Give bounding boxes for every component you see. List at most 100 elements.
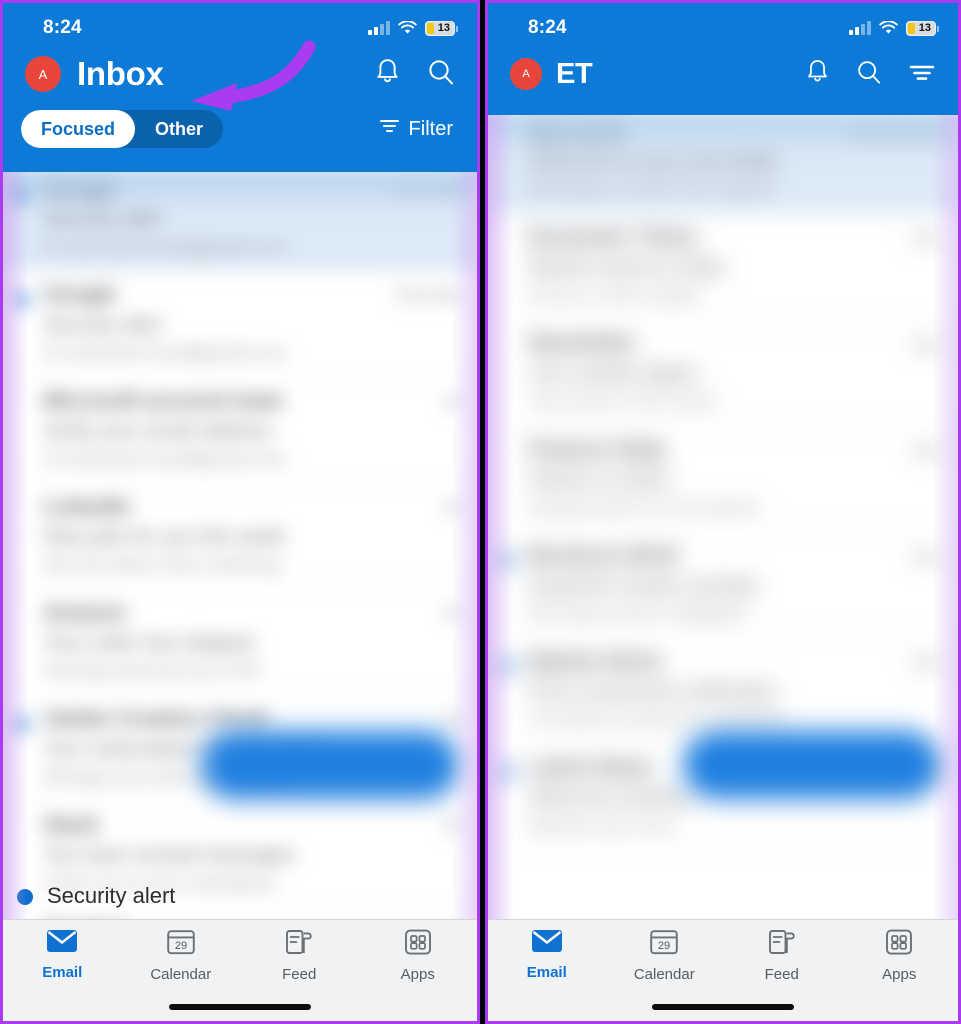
mail-subject: Security alert — [43, 313, 163, 336]
table-row[interactable]: Google 8:24 AM Security alert Hi arshmee… — [3, 271, 477, 377]
avatar[interactable]: A — [510, 58, 542, 90]
wifi-icon — [398, 20, 417, 35]
status-bar-left: 8:24 13 — [3, 3, 477, 47]
tab-apps[interactable]: Apps — [359, 928, 478, 992]
table-row[interactable]: Newsletter day Your weekly digest Top st… — [488, 319, 958, 426]
calendar-icon: 29 — [649, 928, 679, 961]
compose-mail-button[interactable] — [683, 731, 940, 799]
notifications-bell-icon[interactable] — [805, 58, 830, 90]
search-icon[interactable] — [427, 58, 455, 91]
tab-label: Apps — [882, 966, 917, 983]
tab-feed[interactable]: Feed — [240, 928, 359, 992]
mail-preview: Threshold reached for watchlist — [528, 708, 784, 730]
feed-icon — [284, 928, 314, 961]
mail-time: 8:24 AM — [395, 285, 460, 306]
unread-dot — [499, 553, 513, 567]
tab-label: Feed — [282, 966, 317, 983]
mail-subject: Quarterly results roundup — [528, 574, 759, 597]
focused-other-segmented-control[interactable]: Focused Other — [21, 110, 224, 148]
mail-sender: LinkedIn — [43, 495, 132, 519]
unread-dot — [14, 186, 28, 201]
search-icon[interactable] — [856, 59, 882, 90]
page-title: Inbox — [77, 55, 164, 92]
table-row[interactable]: Business Brief day Quarterly results rou… — [488, 531, 958, 638]
mail-time: day — [912, 228, 941, 248]
filter-label: Filter — [408, 117, 453, 140]
tab-other[interactable]: Other — [135, 110, 223, 148]
svg-text:29: 29 — [658, 940, 670, 952]
mail-sender: Adobe Creative Cloud — [43, 707, 267, 731]
calendar-icon: 29 — [166, 928, 196, 961]
mail-time: M — [444, 498, 460, 518]
title-bar-right: A ET — [488, 47, 958, 101]
mail-preview: Earnings season highlights — [528, 602, 748, 624]
tab-apps[interactable]: Apps — [841, 928, 959, 992]
unread-dot — [499, 765, 513, 780]
phone-panel-et-folder: 8:24 13 A ET Microsoft Wednesday Welcome… — [485, 0, 961, 1024]
mail-preview: Analyst picks for the session — [528, 496, 760, 517]
tab-email[interactable]: Email — [3, 928, 122, 992]
apps-grid-icon — [403, 928, 433, 961]
table-row[interactable]: Amazon M Your order has shipped Arriving… — [3, 589, 477, 695]
avatar-initial: A — [522, 68, 530, 80]
mail-list-left[interactable]: Google 8:24 AM Security alert Hi arshmee… — [3, 172, 477, 919]
mail-list-right[interactable]: Microsoft Wednesday Welcome to your new … — [488, 115, 958, 919]
tab-calendar[interactable]: 29 Calendar — [606, 928, 724, 992]
avatar[interactable]: A — [25, 56, 61, 92]
battery-icon: 13 — [906, 20, 939, 36]
focused-other-row: Focused Other Filter — [3, 101, 477, 157]
mail-sender: Economic Times — [528, 225, 699, 249]
mail-time: M — [444, 710, 460, 730]
mail-envelope-icon — [531, 928, 563, 959]
mail-sender: Microsoft account team — [43, 388, 284, 413]
filter-button[interactable]: Filter — [379, 117, 453, 141]
compose-mail-button[interactable] — [201, 731, 459, 799]
mail-preview: See the latest roles matching — [43, 554, 280, 575]
table-row[interactable]: Finance Daily day Stocks to watch Analys… — [488, 425, 958, 532]
mail-sender: Google — [43, 282, 117, 307]
mail-preview: Top stories of the week — [528, 390, 716, 411]
mail-subject: Your weekly digest — [528, 361, 698, 385]
comparison-stage: 8:24 13 A Inbox Focused Other Filter Goo… — [0, 0, 961, 1024]
unread-dot — [17, 889, 33, 905]
visible-mail-row[interactable]: Security alert — [3, 875, 477, 919]
tab-label: Email — [526, 964, 567, 981]
filter-sort-icon[interactable] — [908, 62, 936, 87]
mail-subject: Market wrap for today — [528, 255, 726, 279]
app-header-right: 8:24 13 A ET — [488, 3, 958, 115]
header-actions-right — [805, 58, 936, 90]
title-bar-left: A Inbox — [3, 47, 477, 101]
mail-list-blurred-content-left: Google 8:24 AM Security alert Hi arshmee… — [3, 172, 477, 919]
battery-icon: 13 — [425, 20, 458, 36]
home-indicator — [169, 1004, 311, 1010]
mail-time: day — [912, 652, 941, 673]
tab-calendar[interactable]: 29 Calendar — [122, 928, 241, 992]
home-indicator — [652, 1004, 794, 1010]
tab-label: Calendar — [633, 966, 695, 983]
mail-subject: Your order has shipped — [43, 631, 254, 655]
table-row[interactable]: Market Alerts day Price movement notific… — [488, 637, 958, 744]
table-row[interactable]: Economic Times day Market wrap for today… — [488, 213, 958, 320]
cellular-signal-icon — [849, 21, 871, 35]
mail-envelope-icon — [46, 928, 78, 959]
tab-focused[interactable]: Focused — [21, 110, 136, 148]
tab-email[interactable]: Email — [488, 928, 606, 992]
tab-feed[interactable]: Feed — [723, 928, 841, 992]
mail-time: day — [912, 546, 941, 566]
apps-grid-icon — [884, 928, 914, 961]
tab-label: Feed — [764, 966, 799, 983]
table-row[interactable]: LinkedIn M New jobs for you this week Se… — [3, 483, 477, 589]
mail-time: 8:24 AM — [395, 179, 460, 200]
tab-label: Calendar — [150, 966, 212, 983]
mail-sender: Microsoft — [528, 119, 625, 143]
table-row[interactable]: Microsoft account team M Verify your ema… — [3, 377, 477, 483]
mail-preview: Markets and more — [528, 814, 677, 836]
table-row[interactable]: Google 8:24 AM Security alert Hi arshmee… — [3, 172, 477, 271]
status-icons: 13 — [849, 20, 939, 36]
notifications-bell-icon[interactable] — [374, 57, 401, 91]
unread-dot — [499, 659, 513, 674]
table-row[interactable]: Microsoft Wednesday Welcome to your new … — [488, 115, 958, 214]
mail-time: day — [912, 440, 941, 460]
unread-dot — [14, 717, 28, 731]
mail-time: M — [444, 391, 460, 412]
